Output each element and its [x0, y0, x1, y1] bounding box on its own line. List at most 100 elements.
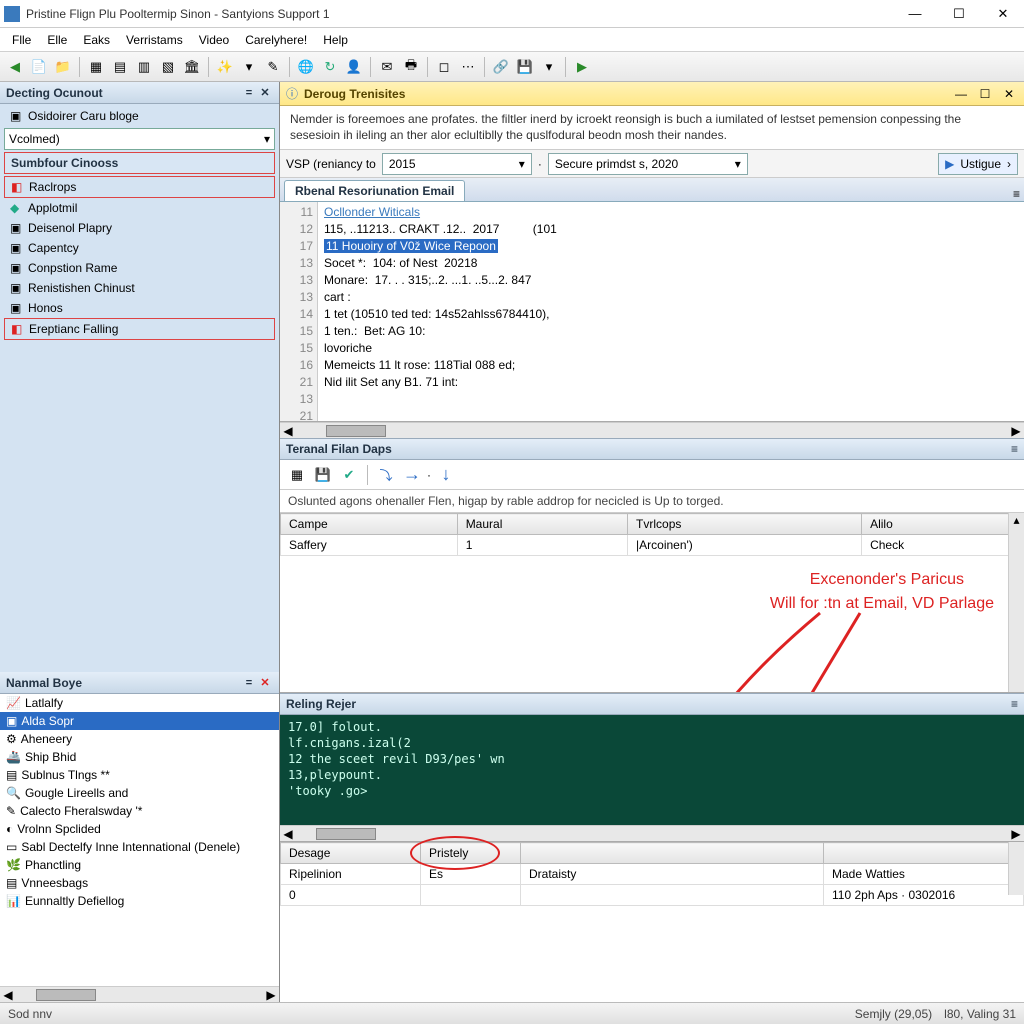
table-row[interactable]: Saffery 1 |Arcoinen') Check: [281, 535, 1024, 556]
tool-globe-icon[interactable]: 🌐: [295, 56, 317, 78]
tree-item-honos[interactable]: ▣Honos: [4, 298, 275, 318]
list-item[interactable]: ▭Sabl Dectelfy Inne Intennational (Denel…: [0, 838, 279, 856]
col-blank[interactable]: [521, 843, 824, 864]
list-item[interactable]: 📊Eunnaltly Defiellog: [0, 892, 279, 910]
filter-secure-select[interactable]: Secure primdst s, 2020▾: [548, 153, 748, 175]
menu-verristams[interactable]: Verristams: [118, 31, 191, 49]
tool-grid1-icon[interactable]: ▦: [85, 56, 107, 78]
list-item[interactable]: 📈Latlalfy: [0, 694, 279, 712]
list-item[interactable]: 🔍Gougle Lireells and: [0, 784, 279, 802]
tool-dots-icon[interactable]: ⋯: [457, 56, 479, 78]
menu-carelyhere[interactable]: Carelyhere!: [237, 31, 315, 49]
mt-save-icon[interactable]: 💾: [312, 464, 334, 486]
ustigue-button[interactable]: ▶Ustigue›: [938, 153, 1018, 175]
list-item[interactable]: 🚢Ship Bhid: [0, 748, 279, 766]
tool-grid4-icon[interactable]: ▧: [157, 56, 179, 78]
col-tvrlcops[interactable]: Tvrlcops: [628, 514, 862, 535]
filter-year-select[interactable]: 2015▾: [382, 153, 532, 175]
tree-item[interactable]: ▣Osidoirer Caru bloge: [4, 106, 275, 126]
sub1-menu-icon[interactable]: ≡: [1011, 442, 1018, 456]
right-minimize-icon[interactable]: —: [952, 85, 970, 103]
tab-rbenal[interactable]: Rbenal Resoriunation Email: [284, 180, 465, 201]
list-item[interactable]: ▤Sublnus Tlngs **: [0, 766, 279, 784]
code-content[interactable]: Ocllonder Witicals115, ..11213.. CRAKT .…: [318, 202, 1024, 421]
tree-item-deisenol[interactable]: ▣Deisenol Plapry: [4, 218, 275, 238]
list-item[interactable]: 🌿Phanctling: [0, 856, 279, 874]
maximize-button[interactable]: ☐: [946, 4, 972, 24]
tool-play-icon[interactable]: ▶: [571, 56, 593, 78]
code-editor[interactable]: 11121713131314151516211321 Ocllonder Wit…: [280, 202, 1024, 422]
table-row[interactable]: Ripelinion Es Drataisty Made Watties: [281, 864, 1024, 885]
tool-doc-icon[interactable]: 📄: [28, 56, 50, 78]
menu-video[interactable]: Video: [191, 31, 237, 49]
right-maximize-icon[interactable]: ☐: [976, 85, 994, 103]
left-panel-header: Decting Ocunout = ✕: [0, 82, 279, 104]
col-alilo[interactable]: Alilo: [862, 514, 1024, 535]
tree-item-raclrops[interactable]: ◧Raclrops: [4, 176, 275, 198]
code-hscroll[interactable]: ◀▶: [280, 422, 1024, 438]
tree-item-label: Renistishen Chinust: [28, 281, 135, 295]
bottom-vscroll[interactable]: [1008, 842, 1024, 895]
nav-panel-pin-icon[interactable]: =: [241, 675, 257, 691]
tool-dd2-icon[interactable]: ▾: [538, 56, 560, 78]
console-output[interactable]: 17.0] folout. lf.cnigans.izal(2 12 the s…: [280, 715, 1024, 825]
statusbar: Sod nnv Semjly (29,05) l80, Valing 31: [0, 1002, 1024, 1024]
col-pristely[interactable]: Pristely: [421, 843, 521, 864]
list-item[interactable]: ✎Calecto Fheralswday '*: [0, 802, 279, 820]
tool-wand-icon[interactable]: ✨: [214, 56, 236, 78]
table-row[interactable]: 0 110 2ph Aps · 0302016: [281, 885, 1024, 906]
left-panel-close-icon[interactable]: ✕: [257, 85, 273, 101]
list-item[interactable]: ▤Vnneesbags: [0, 874, 279, 892]
tree-item-renistishen[interactable]: ▣Renistishen Chinust: [4, 278, 275, 298]
col-campe[interactable]: Campe: [281, 514, 458, 535]
list-item-selected[interactable]: ▣Alda Sopr: [0, 712, 279, 730]
tool-refresh-icon[interactable]: ↻: [319, 56, 341, 78]
tool-folder-icon[interactable]: 📁: [52, 56, 74, 78]
status-left: Sod nnv: [8, 1007, 52, 1021]
menu-help[interactable]: Help: [315, 31, 356, 49]
col-desage[interactable]: Desage: [281, 843, 421, 864]
right-close-icon[interactable]: ✕: [1000, 85, 1018, 103]
tool-user-icon[interactable]: 👤: [343, 56, 365, 78]
tree-item-conpstion[interactable]: ▣Conpstion Rame: [4, 258, 275, 278]
tool-dropdown-icon[interactable]: ▾: [238, 56, 260, 78]
mt-check-icon[interactable]: ✔: [338, 464, 360, 486]
tool-grid3-icon[interactable]: ▥: [133, 56, 155, 78]
tree-item-capentcy[interactable]: ▣Capentcy: [4, 238, 275, 258]
close-button[interactable]: ✕: [990, 4, 1016, 24]
menu-elle[interactable]: Elle: [39, 31, 75, 49]
mt-right-arrow-icon[interactable]: →: [401, 464, 423, 486]
menu-eaks[interactable]: Eaks: [75, 31, 118, 49]
combo-vcolmed[interactable]: Vcolmed)▾: [4, 128, 275, 150]
tool-building-icon[interactable]: 🏛: [181, 56, 203, 78]
col-maural[interactable]: Maural: [457, 514, 627, 535]
sub2-menu-icon[interactable]: ≡: [1011, 697, 1018, 711]
grid-vscroll[interactable]: ▴: [1008, 513, 1024, 692]
col-blank2[interactable]: [824, 843, 1024, 864]
tool-window-icon[interactable]: ◻: [433, 56, 455, 78]
mt-step-icon[interactable]: ⤵: [375, 464, 397, 486]
annotation-line2: Will for :tn at Email, VD Parlage: [770, 595, 994, 613]
tool-link-icon[interactable]: 🔗: [490, 56, 512, 78]
minimize-button[interactable]: —: [902, 4, 928, 24]
nav-hscroll[interactable]: ◀▶: [0, 986, 279, 1002]
console-hscroll[interactable]: ◀▶: [280, 825, 1024, 841]
tool-back-icon[interactable]: ◀: [4, 56, 26, 78]
left-panel-pin-icon[interactable]: =: [241, 85, 257, 101]
titlebar: Pristine Flign Plu Pooltermip Sinon - Sa…: [0, 0, 1024, 28]
nav-panel-close-icon[interactable]: ✕: [257, 675, 273, 691]
tree-item-applotmil[interactable]: ◆Applotmil: [4, 198, 275, 218]
list-item[interactable]: ⚙Aheneery: [0, 730, 279, 748]
tool-mail-icon[interactable]: ✉: [376, 56, 398, 78]
tool-grid2-icon[interactable]: ▤: [109, 56, 131, 78]
group-header[interactable]: Sumbfour Cinooss: [4, 152, 275, 174]
tab-strip-menu-icon[interactable]: ≡: [1013, 187, 1020, 201]
menu-file[interactable]: Flle: [4, 31, 39, 49]
mt-down-arrow-icon[interactable]: ↓: [435, 464, 457, 486]
tool-save-icon[interactable]: 💾: [514, 56, 536, 78]
list-item[interactable]: ◐Vrolnn Spclided: [0, 820, 279, 838]
tool-print-icon[interactable]: 🖶: [400, 56, 422, 78]
mt-grid-icon[interactable]: ▦: [286, 464, 308, 486]
tool-edit-icon[interactable]: ✎: [262, 56, 284, 78]
tree-item-ereptianc[interactable]: ◧Ereptianc Falling: [4, 318, 275, 340]
